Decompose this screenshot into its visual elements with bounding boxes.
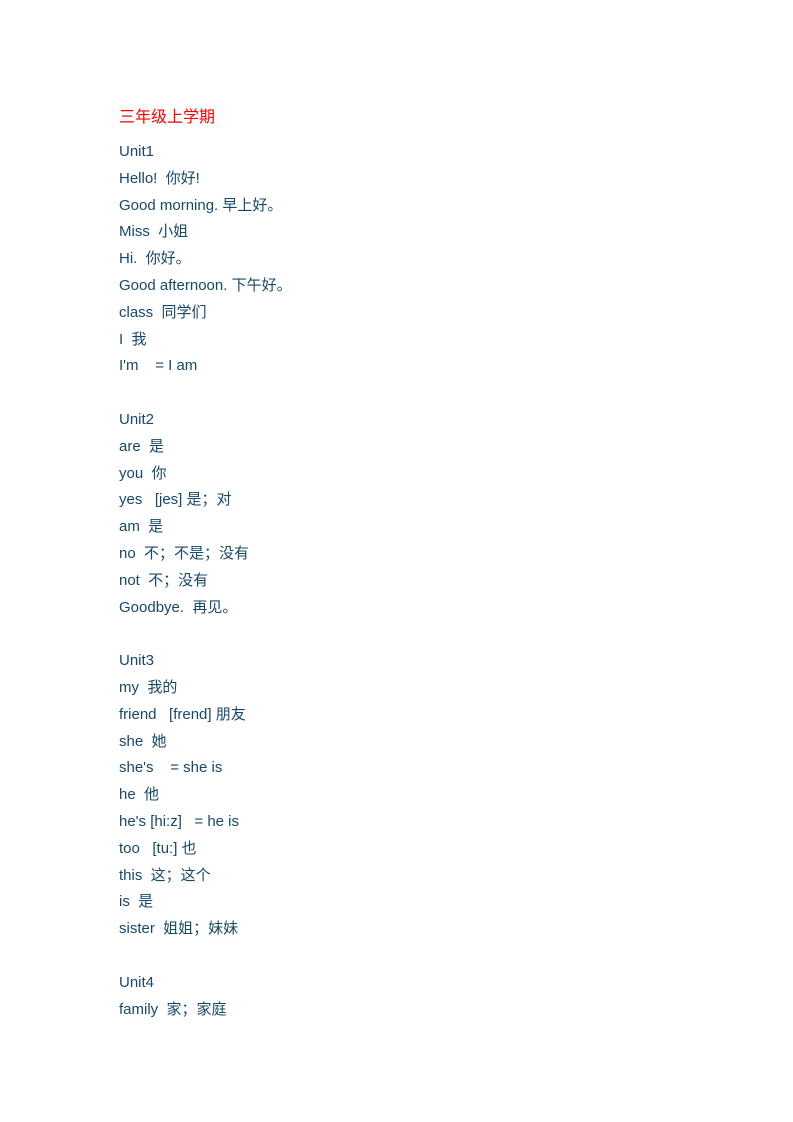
vocabulary-list: Unit1 Hello! 你好! Good morning. 早上好。 Miss 小姐…: [119, 139, 679, 1023]
vocabulary-entry: he's [hi:z] = he is: [119, 812, 240, 830]
vocabulary-entry: this 这；这个: [119, 866, 211, 884]
vocabulary-entry: she 她: [119, 732, 167, 750]
document-content: 三年级上学期 Unit1 Hello! 你好! Good morning. 早上好。…: [119, 104, 679, 1023]
vocabulary-entry: Hi. 你好。: [119, 250, 191, 268]
vocabulary-entry: my 我的: [119, 678, 178, 696]
vocabulary-entry: Good afternoon. 下午好。: [119, 276, 292, 294]
vocabulary-entry: she's = she is: [119, 759, 223, 777]
vocabulary-entry: I 我: [119, 330, 147, 348]
vocabulary-entry: Goodbye. 再见。: [119, 598, 238, 616]
vocabulary-entry: class 同学们: [119, 303, 207, 321]
document-title: 三年级上学期: [119, 109, 216, 126]
vocabulary-entry: no 不；不是；没有: [119, 544, 250, 562]
vocabulary-entry: Hello! 你好!: [119, 169, 200, 187]
vocabulary-entry: I'm = I am: [119, 357, 198, 375]
vocabulary-entry: are 是: [119, 437, 165, 455]
unit-section: Unit2 are 是 you 你 yes [jes] 是；对 am 是 no 不；不是；…: [119, 407, 679, 621]
vocabulary-entry: sister 姐姐；妹妹: [119, 920, 239, 938]
unit-section: Unit1 Hello! 你好! Good morning. 早上好。 Miss 小姐…: [119, 139, 679, 380]
vocabulary-entry: too [tu:] 也: [119, 839, 197, 857]
vocabulary-entry: is 是: [119, 893, 154, 911]
vocabulary-entry: yes [jes] 是；对: [119, 491, 232, 509]
vocabulary-entry: am 是: [119, 518, 164, 536]
unit-section: Unit4 family 家；家庭: [119, 970, 679, 1024]
unit-heading: Unit2: [119, 410, 155, 428]
unit-heading: Unit3: [119, 652, 155, 670]
vocabulary-entry: Miss 小姐: [119, 223, 189, 241]
vocabulary-entry: friend [frend] 朋友: [119, 705, 246, 723]
vocabulary-entry: family 家；家庭: [119, 1000, 227, 1018]
vocabulary-entry: he 他: [119, 786, 160, 804]
document-page: 三年级上学期 Unit1 Hello! 你好! Good morning. 早上好。…: [0, 0, 793, 1122]
vocabulary-entry: you 你: [119, 464, 167, 482]
unit-section: Unit3 my 我的 friend [frend] 朋友 she 她 she's = …: [119, 648, 679, 943]
unit-heading: Unit4: [119, 973, 155, 991]
vocabulary-entry: not 不；没有: [119, 571, 209, 589]
vocabulary-entry: Good morning. 早上好。: [119, 196, 283, 214]
unit-heading: Unit1: [119, 143, 155, 160]
